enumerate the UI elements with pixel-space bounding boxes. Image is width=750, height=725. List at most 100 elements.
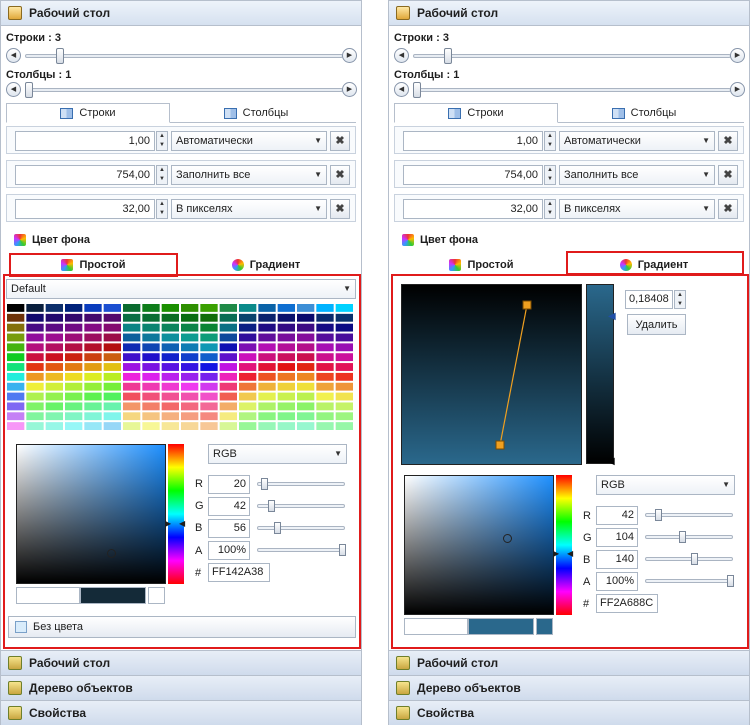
gradient-start-handle[interactable] bbox=[522, 300, 532, 310]
palette-swatch[interactable] bbox=[277, 304, 295, 312]
palette-swatch[interactable] bbox=[45, 323, 63, 332]
palette-swatch[interactable] bbox=[84, 372, 102, 381]
palette-swatch[interactable] bbox=[45, 333, 63, 342]
remove-row-button[interactable]: ✖ bbox=[718, 199, 738, 219]
group-object-tree[interactable]: Дерево объектов bbox=[389, 675, 749, 700]
saturation-value-picker[interactable] bbox=[16, 444, 166, 584]
palette-swatch[interactable] bbox=[181, 392, 199, 401]
palette-swatch[interactable] bbox=[297, 304, 315, 312]
palette-swatch[interactable] bbox=[297, 353, 315, 362]
remove-row-button[interactable]: ✖ bbox=[330, 165, 350, 185]
palette-swatch[interactable] bbox=[181, 382, 199, 391]
palette-swatch[interactable] bbox=[258, 343, 276, 352]
palette-swatch[interactable] bbox=[26, 343, 44, 352]
row-size-spinner[interactable]: ▲ ▼ bbox=[544, 165, 556, 185]
palette-swatch[interactable] bbox=[335, 313, 353, 322]
palette-swatch[interactable] bbox=[161, 382, 179, 391]
palette-swatch[interactable] bbox=[277, 323, 295, 332]
rows-slider-thumb[interactable] bbox=[56, 48, 64, 64]
tab-gradient-fill[interactable]: Градиент bbox=[181, 255, 351, 275]
palette-swatch[interactable] bbox=[239, 422, 257, 430]
channel-slider-thumb[interactable] bbox=[339, 544, 346, 556]
palette-swatch[interactable] bbox=[65, 392, 83, 401]
group-properties[interactable]: Свойства bbox=[389, 700, 749, 725]
palette-swatch[interactable] bbox=[316, 412, 334, 421]
palette-swatch[interactable] bbox=[7, 363, 25, 371]
palette-swatch[interactable] bbox=[316, 363, 334, 371]
palette-swatch[interactable] bbox=[297, 412, 315, 421]
row-mode-select[interactable]: Заполнить все ▼ bbox=[171, 165, 327, 185]
palette-swatch[interactable] bbox=[7, 392, 25, 401]
remove-row-button[interactable]: ✖ bbox=[330, 131, 350, 151]
palette-swatch[interactable] bbox=[103, 363, 121, 371]
palette-swatch[interactable] bbox=[142, 343, 160, 352]
palette-swatch[interactable] bbox=[84, 382, 102, 391]
palette-swatch[interactable] bbox=[277, 422, 295, 430]
gradient-end-handle[interactable] bbox=[495, 440, 505, 450]
palette-swatch[interactable] bbox=[123, 323, 141, 332]
tab-cols[interactable]: Столбцы bbox=[171, 103, 341, 123]
hue-slider[interactable] bbox=[556, 475, 572, 615]
palette-swatch[interactable] bbox=[65, 382, 83, 391]
hue-marker-icon[interactable]: ◀ bbox=[179, 519, 185, 528]
palette-swatch[interactable] bbox=[84, 353, 102, 362]
palette-swatch[interactable] bbox=[142, 304, 160, 312]
palette-swatch[interactable] bbox=[258, 353, 276, 362]
palette-swatch[interactable] bbox=[65, 343, 83, 352]
channel-slider-thumb[interactable] bbox=[727, 575, 734, 587]
palette-swatch[interactable] bbox=[181, 323, 199, 332]
group-desktop[interactable]: Рабочий стол bbox=[389, 650, 749, 675]
palette-swatch[interactable] bbox=[26, 323, 44, 332]
palette-swatch[interactable] bbox=[123, 343, 141, 352]
palette-swatch[interactable] bbox=[161, 412, 179, 421]
palette-swatch[interactable] bbox=[277, 372, 295, 381]
palette-swatch[interactable] bbox=[258, 333, 276, 342]
palette-swatch[interactable] bbox=[335, 392, 353, 401]
channel-slider-thumb[interactable] bbox=[268, 500, 275, 512]
palette-swatch[interactable] bbox=[123, 422, 141, 430]
tab-rows[interactable]: Строки bbox=[394, 103, 558, 123]
palette-swatch[interactable] bbox=[7, 372, 25, 381]
row-size-input[interactable]: 1,00 bbox=[15, 131, 155, 151]
palette-swatch[interactable] bbox=[7, 304, 25, 312]
channel-input[interactable]: 42 bbox=[208, 497, 250, 516]
palette-swatch[interactable] bbox=[277, 392, 295, 401]
palette-swatch[interactable] bbox=[123, 304, 141, 312]
palette-swatch[interactable] bbox=[65, 372, 83, 381]
palette-swatch[interactable] bbox=[161, 323, 179, 332]
rows-slider[interactable] bbox=[413, 54, 731, 58]
palette-swatch[interactable] bbox=[219, 333, 237, 342]
group-object-tree[interactable]: Дерево объектов bbox=[1, 675, 361, 700]
palette-swatch[interactable] bbox=[297, 313, 315, 322]
channel-input[interactable]: 56 bbox=[208, 519, 250, 538]
palette-swatch[interactable] bbox=[123, 372, 141, 381]
palette-swatch[interactable] bbox=[161, 402, 179, 411]
color-mode-select[interactable]: RGB ▼ bbox=[596, 475, 735, 495]
palette-swatch[interactable] bbox=[200, 333, 218, 342]
palette-swatch[interactable] bbox=[297, 343, 315, 352]
row-size-input[interactable]: 754,00 bbox=[15, 165, 155, 185]
cols-slider-increase-button[interactable]: ▶ bbox=[730, 82, 745, 97]
palette-swatch[interactable] bbox=[258, 363, 276, 371]
palette-swatch[interactable] bbox=[84, 333, 102, 342]
palette-swatch[interactable] bbox=[45, 382, 63, 391]
palette-swatch[interactable] bbox=[103, 412, 121, 421]
palette-swatch[interactable] bbox=[219, 402, 237, 411]
channel-slider[interactable] bbox=[645, 535, 733, 539]
palette-swatch[interactable] bbox=[123, 382, 141, 391]
palette-swatch[interactable] bbox=[277, 353, 295, 362]
palette-swatch[interactable] bbox=[45, 343, 63, 352]
palette-swatch[interactable] bbox=[335, 343, 353, 352]
palette-swatch[interactable] bbox=[45, 304, 63, 312]
channel-input[interactable]: 100% bbox=[208, 541, 250, 560]
palette-swatch[interactable] bbox=[277, 313, 295, 322]
palette-swatch[interactable] bbox=[26, 422, 44, 430]
palette-swatch[interactable] bbox=[258, 323, 276, 332]
row-size-spinner[interactable]: ▲ ▼ bbox=[156, 199, 168, 219]
palette-swatch[interactable] bbox=[181, 343, 199, 352]
palette-swatch[interactable] bbox=[7, 382, 25, 391]
tab-rows[interactable]: Строки bbox=[6, 103, 170, 123]
palette-swatch[interactable] bbox=[239, 343, 257, 352]
palette-swatch[interactable] bbox=[84, 304, 102, 312]
palette-swatch[interactable] bbox=[316, 353, 334, 362]
